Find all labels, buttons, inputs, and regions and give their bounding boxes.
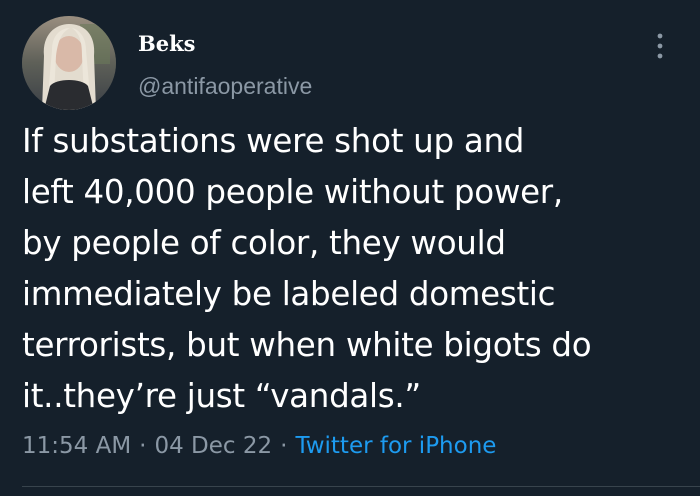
tweet-metadata: 11:54 AM · 04 Dec 22 · Twitter for iPhone — [22, 428, 496, 464]
separator-dot: · — [139, 433, 147, 459]
tweet: Beks @antifaoperative If substations wer… — [0, 0, 700, 496]
more-vertical-icon[interactable] — [648, 28, 672, 64]
separator-dot: · — [280, 433, 288, 459]
username[interactable]: @antifaoperative — [138, 72, 312, 100]
tweet-text: If substations were shot up and left 40,… — [22, 122, 592, 415]
tweet-time[interactable]: 11:54 AM — [22, 433, 131, 459]
display-name[interactable]: Beks — [138, 30, 195, 58]
tweet-date[interactable]: 04 Dec 22 — [154, 433, 272, 459]
divider — [22, 486, 700, 487]
avatar[interactable] — [22, 16, 116, 110]
tweet-source-link[interactable]: Twitter for iPhone — [295, 433, 496, 459]
